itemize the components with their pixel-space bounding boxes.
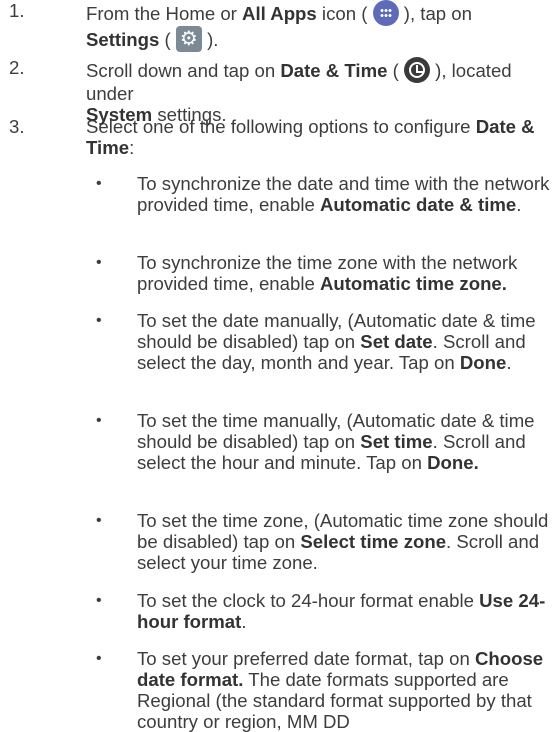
bullet-icon: • bbox=[96, 254, 102, 271]
step-text: From the Home or All Apps icon ( ), tap … bbox=[86, 0, 548, 52]
bullet-icon: • bbox=[96, 312, 102, 329]
bullet-icon: • bbox=[96, 512, 102, 529]
bullet-icon: • bbox=[96, 412, 102, 429]
all-apps-icon bbox=[372, 0, 399, 26]
step-text: Select one of the following options to c… bbox=[86, 116, 535, 158]
clock-icon bbox=[403, 57, 430, 83]
step-text: Scroll down and tap on Date & Time ( ), … bbox=[86, 57, 548, 125]
bullet-icon: • bbox=[96, 592, 102, 609]
settings-gear-icon bbox=[175, 26, 202, 52]
step-number: 1. bbox=[9, 0, 25, 21]
step-number: 3. bbox=[9, 116, 25, 137]
step-number: 2. bbox=[9, 57, 25, 78]
bullet-icon: • bbox=[96, 650, 102, 667]
bullet-icon: • bbox=[96, 175, 102, 192]
